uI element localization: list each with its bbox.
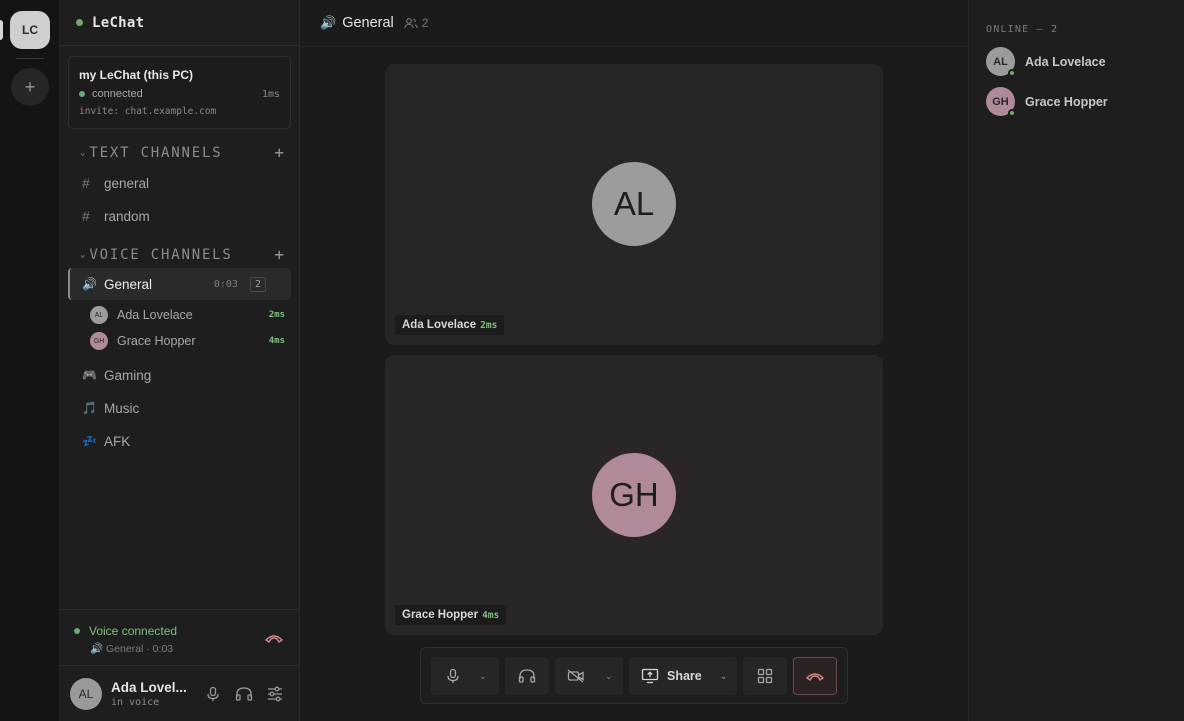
gamepad-icon: 🎮: [82, 368, 97, 382]
layout-grid-button[interactable]: [743, 657, 787, 695]
tile-name-tag: Ada Lovelace 2ms: [395, 315, 505, 335]
online-header: ONLINE — 2: [986, 24, 1059, 35]
invite-text[interactable]: invite: chat.example.com: [79, 106, 280, 117]
online-status-dot: [1008, 109, 1016, 117]
sleep-icon: 💤: [82, 434, 97, 448]
chevron-down-icon[interactable]: ⌄: [720, 671, 728, 682]
voice-channels-header[interactable]: ⌄ VOICE CHANNELS +: [80, 245, 290, 264]
hash-icon: #: [82, 175, 90, 191]
voice-status-detail: General · 0:03: [106, 643, 174, 655]
connection-status-dot: [79, 91, 85, 97]
tile-name-tag: Grace Hopper 4ms: [395, 605, 507, 625]
avatar: AL: [986, 47, 1016, 77]
channel-header: 🔊 General 2: [300, 0, 968, 47]
avatar: GH: [90, 332, 108, 350]
channel-timer: 0:03: [213, 278, 238, 290]
connection-status: connected: [92, 88, 143, 100]
host-title: my LeChat (this PC): [79, 68, 194, 82]
online-status-dot: [1008, 69, 1016, 77]
channel-random[interactable]: # random: [68, 201, 291, 231]
tile-ping: 2ms: [480, 320, 498, 331]
host-latency: 1ms: [261, 88, 280, 100]
speaker-icon: 🔊: [90, 643, 106, 655]
voice-channel-gaming[interactable]: 🎮 Gaming: [68, 360, 291, 390]
server-name: LeChat: [92, 14, 145, 31]
screen-share-icon: [641, 668, 659, 684]
avatar: GH: [986, 87, 1016, 117]
member-name: Grace Hopper: [1025, 94, 1108, 109]
avatar: GH: [592, 453, 676, 537]
server-status-dot: [76, 19, 83, 26]
hang-up-icon: [264, 635, 284, 643]
text-channels-header[interactable]: ⌄ TEXT CHANNELS +: [80, 143, 290, 162]
user-ping: 2ms: [268, 310, 285, 320]
settings-sliders-icon[interactable]: [267, 686, 283, 707]
call-controls: ⌄ ⌄ Share ⌄: [420, 647, 848, 704]
tile-ping: 4ms: [482, 610, 500, 621]
participants-indicator[interactable]: 2: [404, 16, 429, 30]
speaker-icon: 🔊: [320, 15, 337, 30]
user-avatar[interactable]: AL: [70, 677, 102, 710]
video-tile-grace[interactable]: GH Grace Hopper 4ms: [385, 355, 883, 635]
member-grace[interactable]: GH Grace Hopper: [986, 87, 1108, 117]
people-icon: [404, 18, 418, 29]
headphones-icon: [518, 669, 536, 683]
voice-status-dot: [74, 628, 80, 634]
voice-channel-general[interactable]: 🔊 General 0:03 2: [68, 268, 291, 300]
mute-button[interactable]: ⌄: [431, 657, 499, 695]
voice-status-label: Voice connected: [89, 624, 178, 638]
voice-user-grace[interactable]: GH Grace Hopper 4ms: [90, 330, 285, 352]
chevron-down-icon[interactable]: ⌄: [479, 671, 487, 682]
channel-sidebar: LeChat my LeChat (this PC) connected 1ms…: [60, 0, 300, 721]
channel-title: General: [342, 15, 394, 31]
user-status: in voice: [111, 696, 160, 708]
channel-general[interactable]: # general: [68, 168, 291, 198]
speaker-icon: 🔊: [82, 277, 97, 291]
user-ping: 4ms: [268, 336, 285, 346]
microphone-icon[interactable]: [205, 686, 221, 707]
add-server-button[interactable]: +: [11, 68, 49, 106]
camera-button[interactable]: ⌄: [555, 657, 623, 695]
deafen-button[interactable]: [505, 657, 549, 695]
headphones-icon[interactable]: [235, 686, 253, 707]
channel-user-count: 2: [249, 276, 266, 292]
voice-channel-music[interactable]: 🎵 Music: [68, 393, 291, 423]
selected-server-indicator: [0, 20, 3, 40]
add-voice-channel-button[interactable]: +: [274, 245, 284, 264]
avatar: AL: [592, 162, 676, 246]
voice-channel-afk[interactable]: 💤 AFK: [68, 426, 291, 456]
add-text-channel-button[interactable]: +: [274, 143, 284, 162]
member-name: Ada Lovelace: [1025, 54, 1106, 69]
voice-user-ada[interactable]: AL Ada Lovelace 2ms: [90, 304, 285, 326]
hang-up-icon: [806, 673, 824, 681]
video-tile-ada[interactable]: AL Ada Lovelace 2ms: [385, 64, 883, 345]
leave-call-button[interactable]: [793, 657, 837, 695]
music-note-icon: 🎵: [82, 401, 97, 415]
chevron-down-icon: ⌄: [80, 147, 86, 158]
hash-icon: #: [82, 208, 90, 224]
grid-icon: [757, 668, 773, 684]
microphone-icon: [447, 668, 459, 683]
camera-off-icon: [567, 669, 584, 683]
server-header[interactable]: LeChat: [60, 0, 299, 46]
voice-status-panel: Voice connected 🔊 General · 0:03: [60, 609, 299, 665]
user-panel: AL Ada Lovel... in voice: [60, 665, 299, 721]
member-list: ONLINE — 2 AL Ada Lovelace GH Grace Hopp…: [968, 0, 1184, 721]
share-screen-button[interactable]: Share ⌄: [629, 657, 737, 695]
chevron-down-icon[interactable]: ⌄: [605, 671, 613, 682]
member-ada[interactable]: AL Ada Lovelace: [986, 47, 1106, 77]
disconnect-button[interactable]: [264, 630, 284, 646]
participant-count: 2: [421, 16, 429, 30]
server-icon-lechat[interactable]: LC: [10, 11, 50, 49]
chevron-down-icon: ⌄: [80, 249, 86, 260]
rail-divider: [16, 58, 44, 59]
user-name: Ada Lovel...: [111, 679, 187, 695]
avatar: AL: [90, 306, 108, 324]
host-card: my LeChat (this PC) connected 1ms invite…: [68, 56, 291, 129]
server-rail: LC +: [0, 0, 60, 721]
call-view: 🔊 General 2 AL Ada Lovelace 2ms GH Grace …: [300, 0, 968, 721]
